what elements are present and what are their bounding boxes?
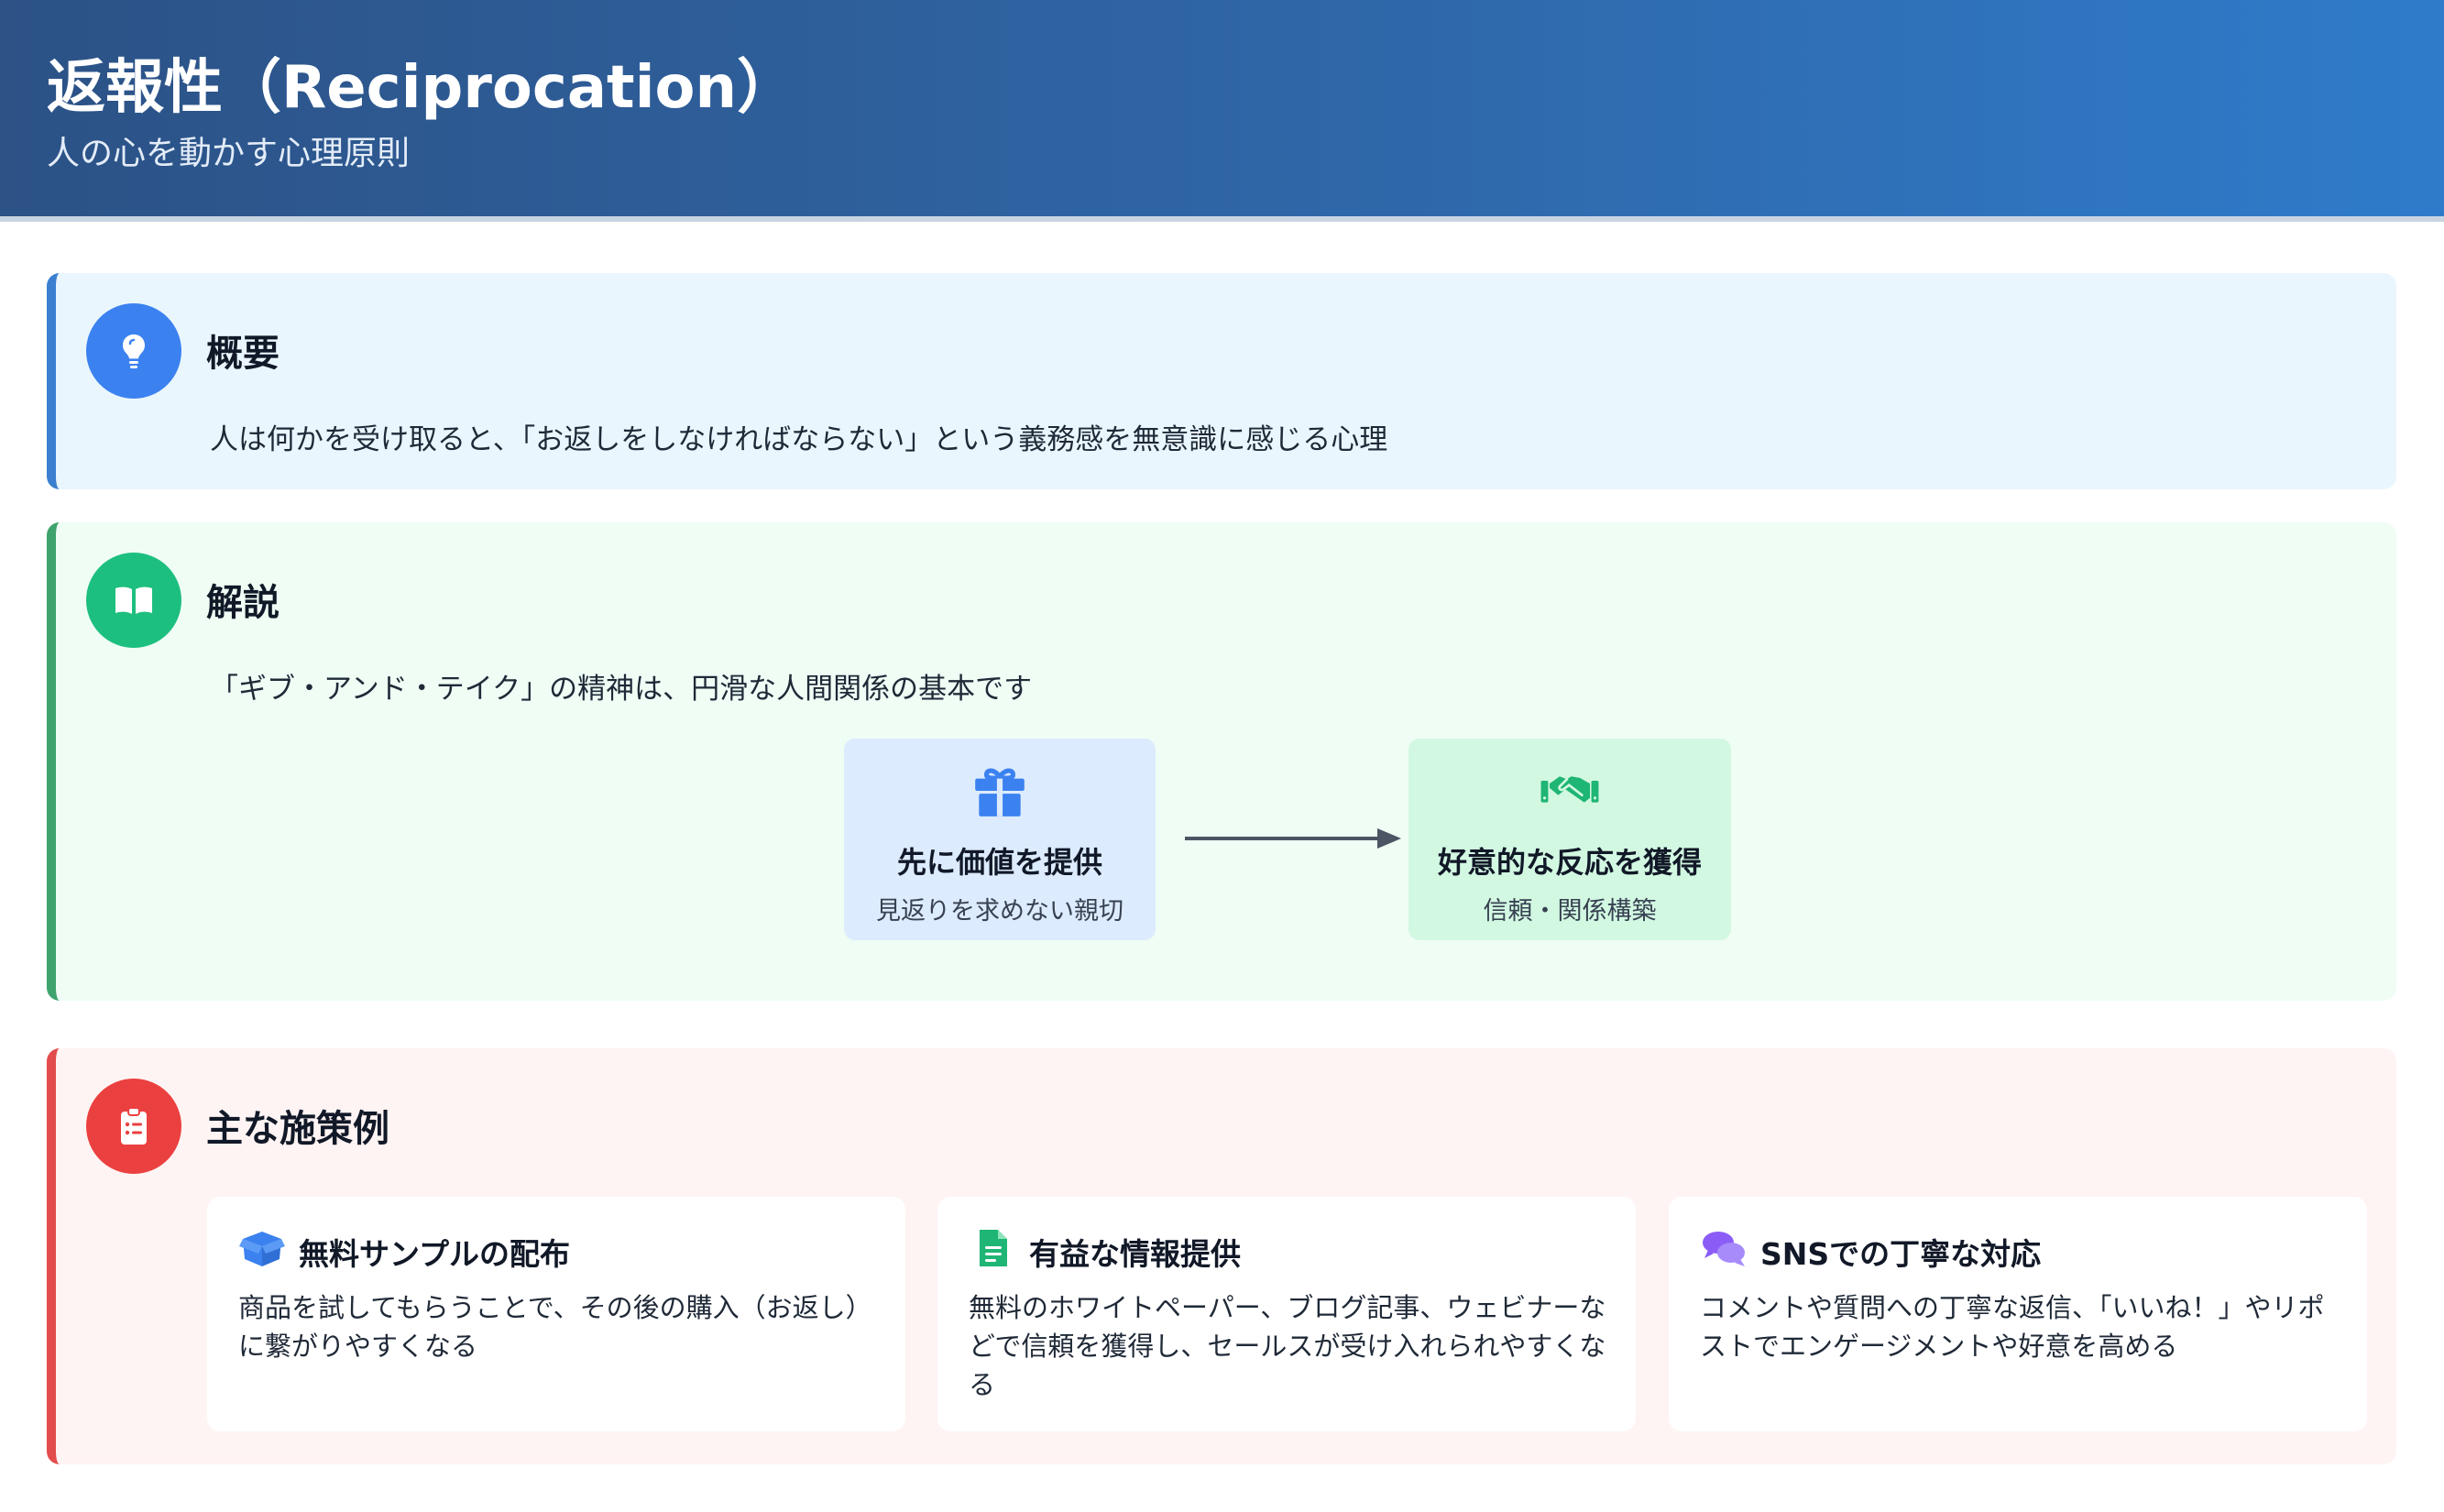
measures-title: 主な施策例 [206, 1108, 389, 1150]
comments-icon [1700, 1228, 1748, 1268]
flow-arrow [1185, 828, 1401, 849]
card-text: 商品を試してもらうことで、その後の購入（お返し）に繋がりやすくなる [238, 1292, 872, 1362]
measures-section: 主な施策例 無料サンプルの配布 商品を試してもらうことで、その後の購入（お返し）… [47, 1048, 2396, 1464]
measure-card-sns-response: SNSでの丁寧な対応 コメントや質問への丁寧な返信、「いいね！」やリポストでエン… [1669, 1197, 2367, 1431]
flow-get-title: 好意的な反応を獲得 [1437, 845, 1702, 880]
overview-title: 概要 [206, 333, 279, 375]
measure-card-free-samples: 無料サンプルの配布 商品を試してもらうことで、その後の購入（お返し）に繋がりやす… [207, 1197, 905, 1431]
overview-text: 人は何かを受け取ると、「お返しをしなければならない」という義務感を無意識に感じる… [210, 423, 1388, 456]
measure-card-useful-info: 有益な情報提供 無料のホワイトペーパー、ブログ記事、ウェビナーなどで信頼を獲得し… [937, 1197, 1636, 1431]
card-title: 有益な情報提供 [1029, 1236, 1241, 1272]
gift-icon [968, 759, 1032, 823]
overview-section: 概要 人は何かを受け取ると、「お返しをしなければならない」という義務感を無意識に… [47, 273, 2396, 489]
flow-give-subtitle: 見返りを求めない親切 [876, 897, 1123, 926]
lightbulb-icon [86, 303, 181, 399]
book-icon [86, 553, 181, 648]
flow-get-subtitle: 信頼・関係構築 [1483, 897, 1657, 926]
handshake-icon [1538, 759, 1602, 823]
flow-get-reaction: 好意的な反応を獲得 信頼・関係構築 [1408, 739, 1731, 940]
card-text: 無料のホワイトペーパー、ブログ記事、ウェビナーなどで信頼を獲得し、セールスが受け… [969, 1292, 1606, 1400]
page-header: 返報性（Reciprocation） 人の心を動かす心理原則 [0, 0, 2444, 222]
box-open-icon [238, 1228, 286, 1268]
card-title: SNSでの丁寧な対応 [1760, 1236, 2042, 1272]
explanation-title: 解説 [206, 582, 279, 624]
page-subtitle: 人の心を動かす心理原則 [47, 135, 411, 172]
card-title: 無料サンプルの配布 [299, 1236, 571, 1272]
flow-give-value: 先に価値を提供 見返りを求めない親切 [844, 739, 1156, 940]
page-title: 返報性（Reciprocation） [47, 54, 796, 122]
explanation-text: 「ギブ・アンド・テイク」の精神は、円滑な人間関係の基本です [210, 673, 1033, 706]
explanation-section: 解説 「ギブ・アンド・テイク」の精神は、円滑な人間関係の基本です 先に価値を提供… [47, 522, 2396, 1001]
clipboard-list-icon [86, 1079, 181, 1174]
card-text: コメントや質問への丁寧な返信、「いいね！」やリポストでエンゲージメントや好意を高… [1700, 1292, 2325, 1362]
flow-give-title: 先に価値を提供 [896, 845, 1102, 880]
file-document-icon [969, 1228, 1016, 1268]
